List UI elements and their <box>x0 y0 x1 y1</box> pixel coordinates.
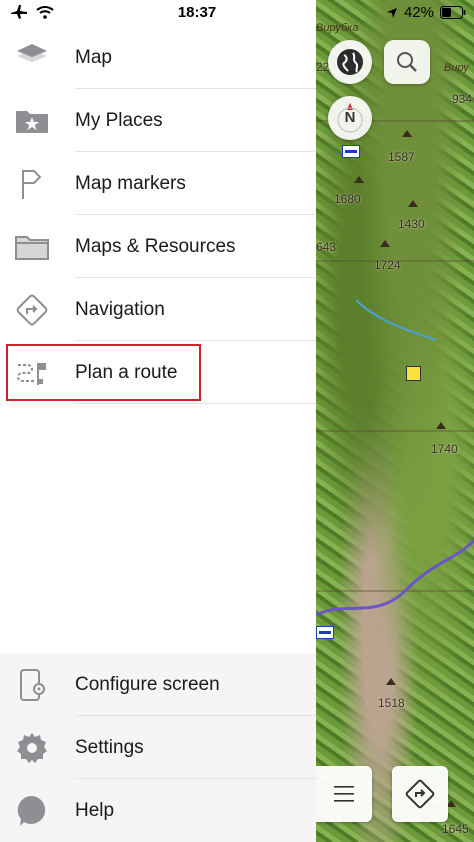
navigation-icon <box>405 779 435 809</box>
flag-icon <box>14 166 50 202</box>
menu-item-navigation[interactable]: Navigation <box>0 278 316 341</box>
configure-screen-icon <box>14 667 50 703</box>
menu-item-maps-resources[interactable]: Maps & Resources <box>0 215 316 278</box>
highlight-box <box>6 344 201 401</box>
menu-item-configure-screen[interactable]: Configure screen <box>0 653 316 716</box>
menu-item-map-markers[interactable]: Map markers <box>0 152 316 215</box>
status-time: 18:37 <box>177 4 217 21</box>
status-bar: 18:37 42% <box>0 0 474 26</box>
menu-button[interactable] <box>316 766 372 822</box>
menu-item-help[interactable]: Help <box>0 779 316 842</box>
battery-percentage: 42% <box>403 4 434 21</box>
menu-item-my-places[interactable]: My Places <box>0 89 316 152</box>
menu-item-label: My Places <box>75 109 163 131</box>
hamburger-icon <box>334 786 354 802</box>
compass-label: N <box>344 109 356 126</box>
menu-item-label: Help <box>75 799 115 821</box>
map-marker[interactable] <box>316 626 334 639</box>
help-icon <box>14 793 50 829</box>
folder-star-icon <box>14 103 50 139</box>
search-icon <box>397 52 417 72</box>
compass-button[interactable]: N <box>328 96 372 140</box>
navigation-icon <box>14 292 50 328</box>
folder-icon <box>14 229 50 265</box>
battery-icon <box>440 6 466 19</box>
map-marker[interactable] <box>406 366 421 381</box>
globe-icon <box>337 49 363 75</box>
menu-item-label: Map markers <box>75 172 186 194</box>
bottom-menu-section: Configure screen Settings Help <box>0 653 316 842</box>
map-layers-button[interactable] <box>328 40 372 84</box>
search-button[interactable] <box>384 40 430 84</box>
navigation-button[interactable] <box>392 766 448 822</box>
gear-icon <box>14 730 50 766</box>
menu-item-label: Navigation <box>75 298 165 320</box>
menu-item-label: Maps & Resources <box>75 235 236 257</box>
menu-item-label: Settings <box>75 736 144 758</box>
map-marker[interactable] <box>342 145 360 158</box>
map-view[interactable]: Вирубка Виру 1587 1680 1430 643 1724 174… <box>316 0 474 842</box>
side-menu-drawer: Map My Places Map markers Maps & Resourc… <box>0 0 316 842</box>
menu-item-map[interactable]: Map <box>0 26 316 89</box>
location-arrow-icon <box>386 7 397 18</box>
layers-icon <box>14 40 50 76</box>
menu-item-settings[interactable]: Settings <box>0 716 316 779</box>
divider <box>75 403 316 404</box>
menu-item-label: Map <box>75 46 112 68</box>
menu-item-label: Configure screen <box>75 673 220 695</box>
